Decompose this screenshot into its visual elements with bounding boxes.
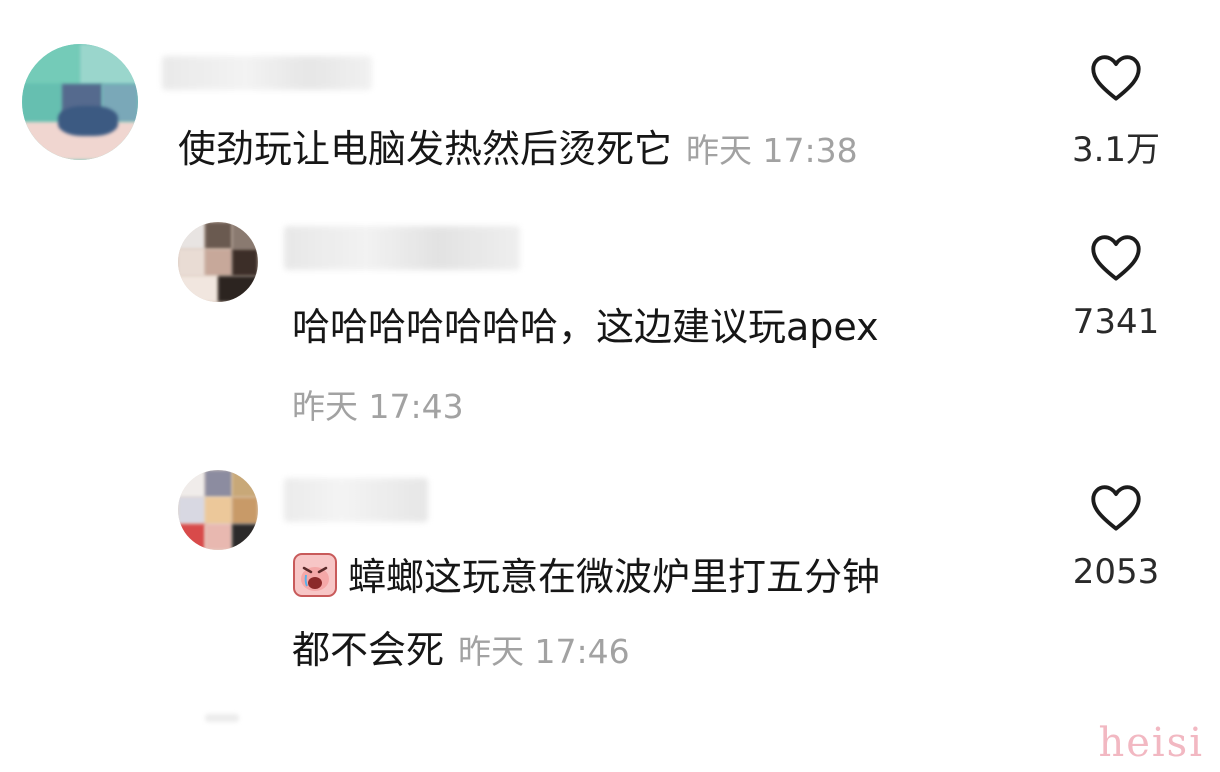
like-count: 2053 — [1072, 552, 1160, 592]
watermark: heisi — [1098, 720, 1204, 766]
avatar[interactable] — [178, 470, 258, 550]
like-button[interactable]: 2053 — [1046, 482, 1186, 592]
faint-divider — [205, 714, 239, 722]
username-blurred[interactable] — [284, 226, 520, 270]
comment-time: 昨天 17:46 — [458, 632, 630, 671]
heart-outline-icon — [1091, 235, 1141, 281]
username-blurred[interactable] — [284, 478, 428, 522]
comment-time: 昨天 17:38 — [686, 131, 858, 170]
like-button[interactable]: 7341 — [1046, 232, 1186, 342]
avatar[interactable] — [178, 222, 258, 302]
comment-text-continued: 都不会死 昨天 17:46 — [292, 628, 630, 672]
heart-outline-icon — [1091, 55, 1141, 101]
like-count: 7341 — [1072, 302, 1160, 342]
comment-text: 蟑螂这玩意在微波炉里打五分钟 — [292, 544, 880, 610]
username-blurred[interactable] — [162, 56, 372, 90]
like-count: 3.1万 — [1071, 130, 1161, 170]
comment-text: 使劲玩让电脑发热然后烫死它 昨天 17:38 — [178, 127, 858, 171]
avatar[interactable] — [22, 44, 138, 160]
comment-text: 哈哈哈哈哈哈哈，这边建议玩apex — [292, 305, 879, 349]
like-button[interactable]: 3.1万 — [1046, 52, 1186, 171]
comment-time: 昨天 17:43 — [292, 387, 464, 426]
crying-face-sticker-icon — [293, 553, 337, 597]
heart-outline-icon — [1091, 485, 1141, 531]
